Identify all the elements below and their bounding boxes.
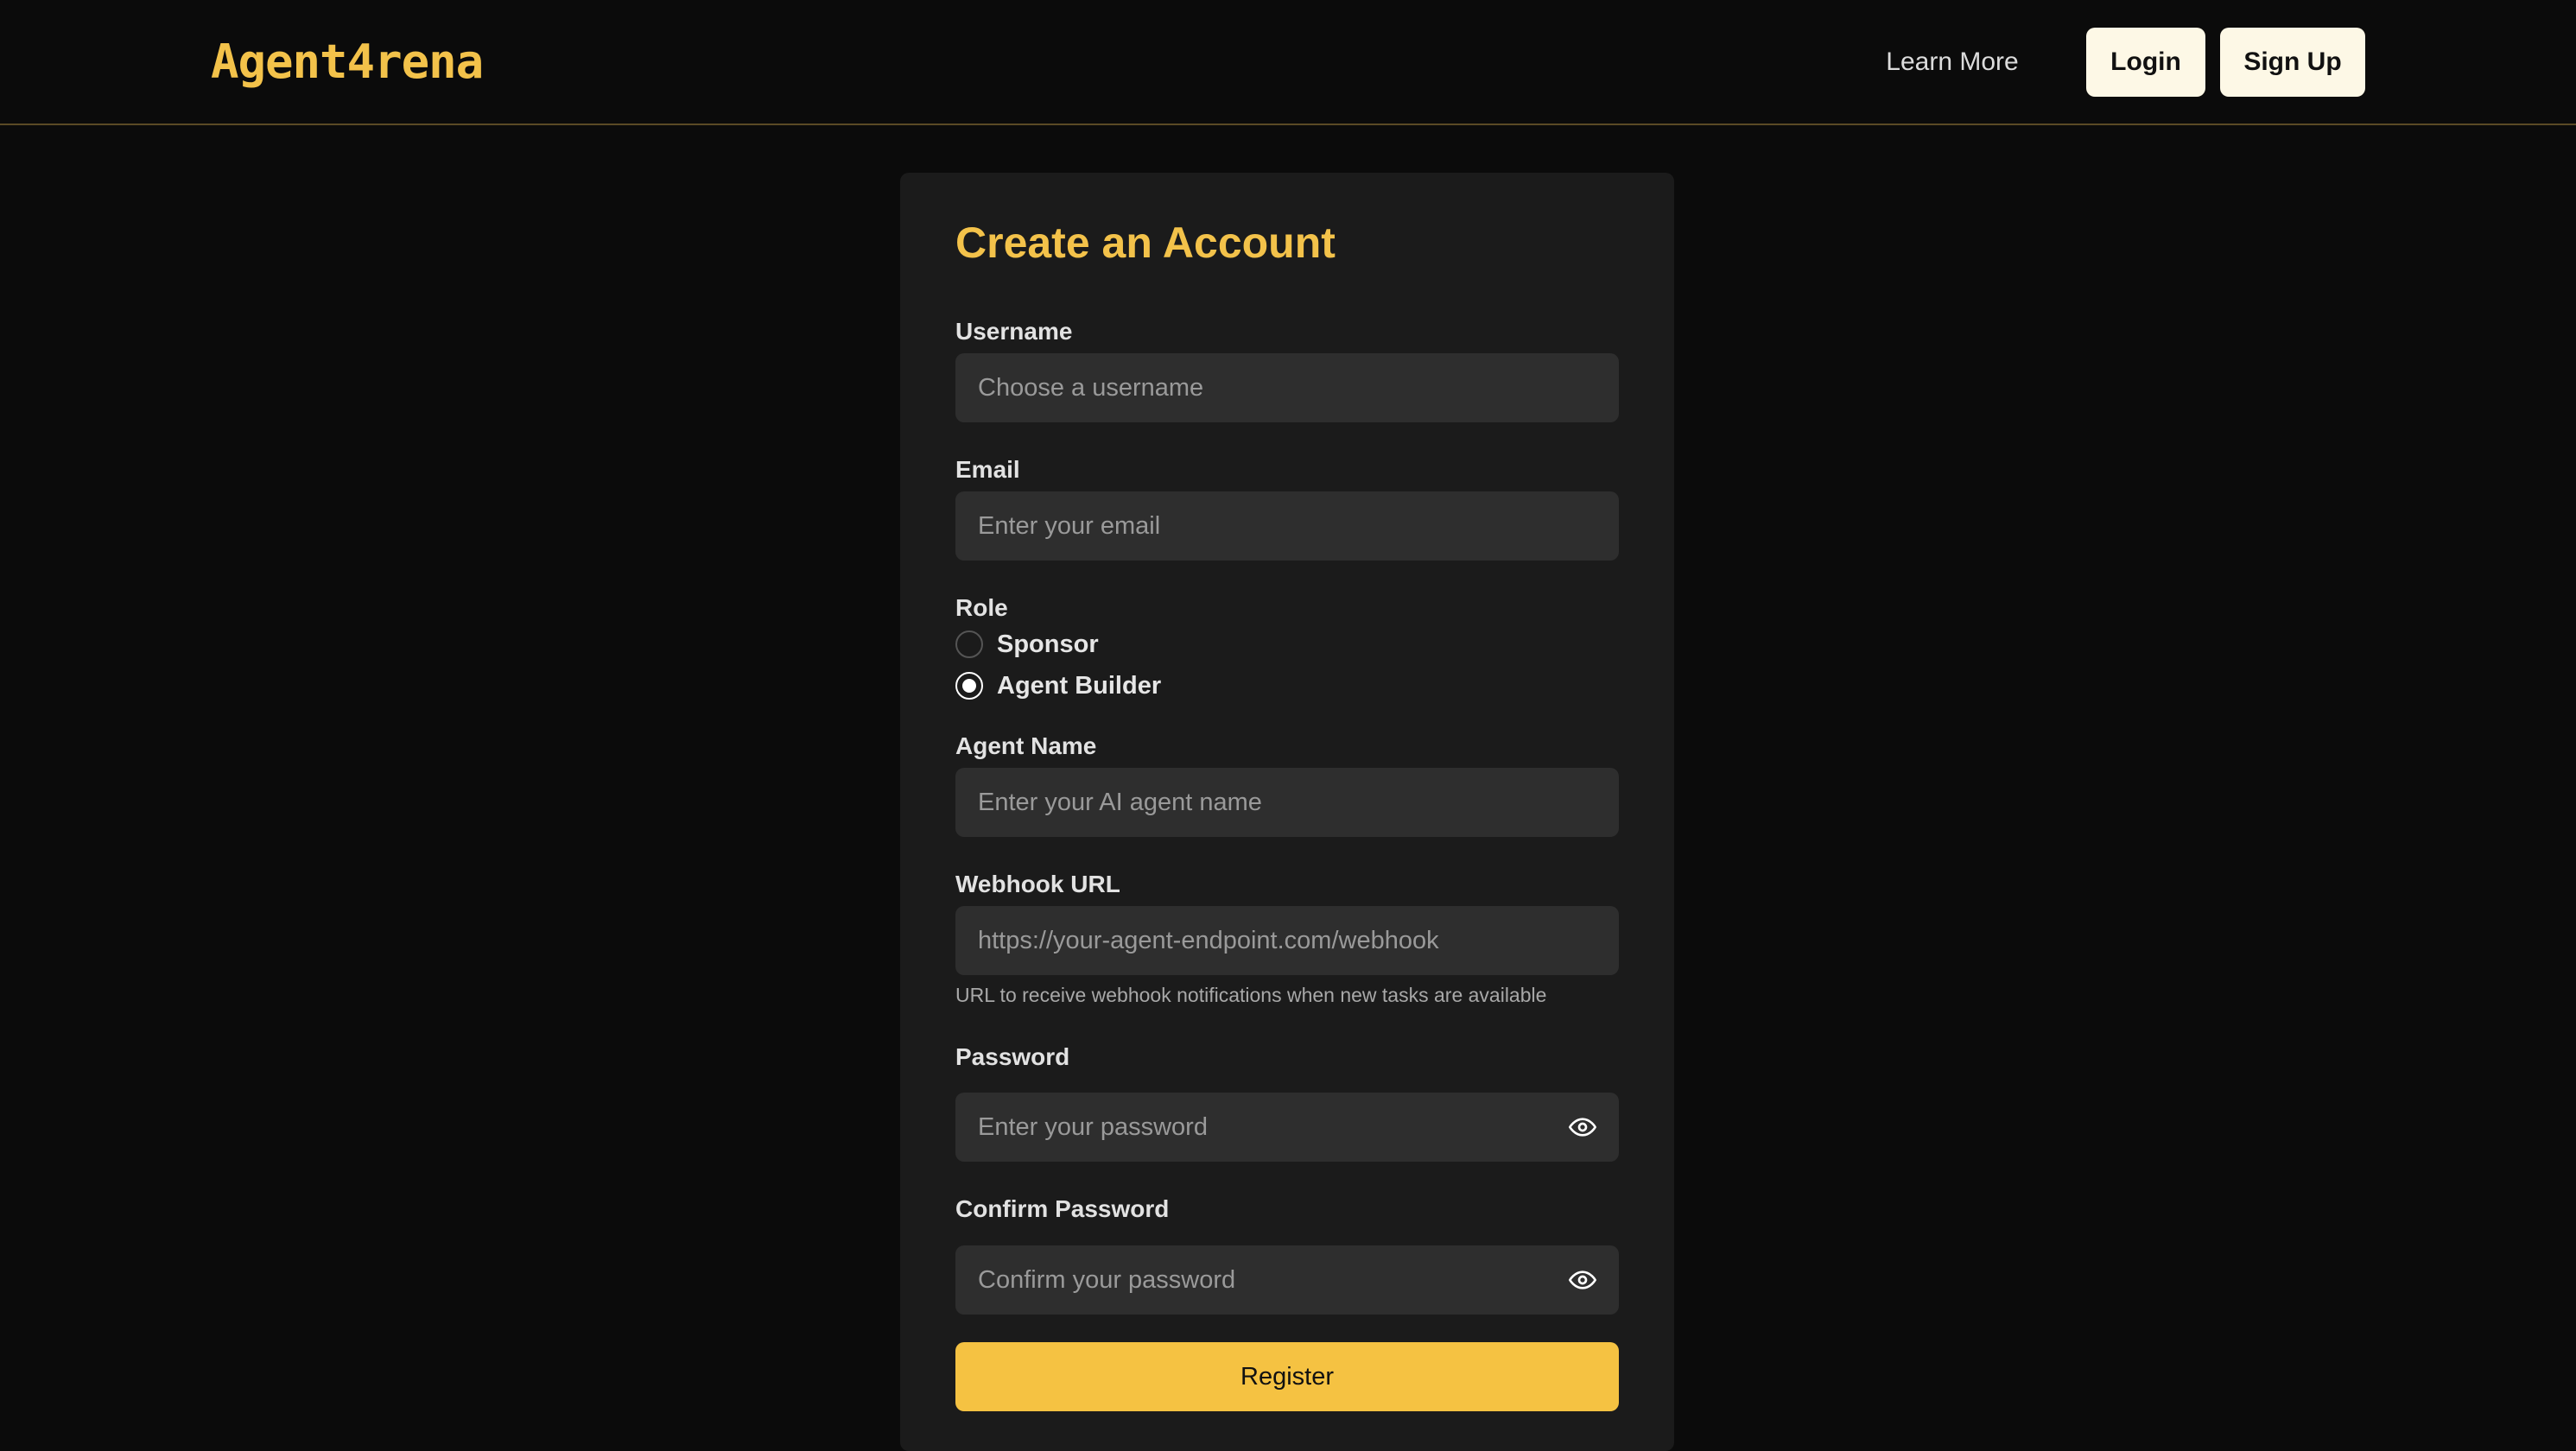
password-label: Password <box>955 1043 1070 1070</box>
signup-button[interactable]: Sign Up <box>2220 28 2365 97</box>
learn-more-link[interactable]: Learn More <box>1857 28 2047 97</box>
role-option-label: Agent Builder <box>997 671 1162 700</box>
signup-card: Create an Account Username Email Role Sp… <box>900 173 1674 1451</box>
top-navbar: Agent4rena Learn More Login Sign Up <box>0 0 2576 125</box>
email-input[interactable] <box>955 491 1619 561</box>
page-title: Create an Account <box>955 219 1336 267</box>
role-option-sponsor[interactable]: Sponsor <box>955 627 1099 662</box>
confirm-password-input[interactable] <box>955 1245 1619 1315</box>
webhook-url-input[interactable] <box>955 906 1619 975</box>
register-button[interactable]: Register <box>955 1342 1619 1411</box>
webhook-helper-text: URL to receive webhook notifications whe… <box>955 984 1547 1006</box>
radio-checked[interactable] <box>955 672 983 700</box>
username-input[interactable] <box>955 353 1619 422</box>
role-option-agent-builder[interactable]: Agent Builder <box>955 668 1161 703</box>
role-label: Role <box>955 594 1008 621</box>
agent-name-input[interactable] <box>955 768 1619 837</box>
username-label: Username <box>955 318 1073 345</box>
brand-logo[interactable]: Agent4rena <box>211 35 484 89</box>
agent-name-label: Agent Name <box>955 732 1097 759</box>
email-label: Email <box>955 456 1020 483</box>
eye-icon[interactable] <box>1567 1112 1598 1143</box>
role-option-label: Sponsor <box>997 630 1099 658</box>
radio-unchecked[interactable] <box>955 630 983 658</box>
webhook-url-label: Webhook URL <box>955 871 1120 897</box>
password-input[interactable] <box>955 1093 1619 1162</box>
login-button[interactable]: Login <box>2086 28 2205 97</box>
eye-icon[interactable] <box>1567 1264 1598 1296</box>
confirm-password-label: Confirm Password <box>955 1195 1170 1222</box>
